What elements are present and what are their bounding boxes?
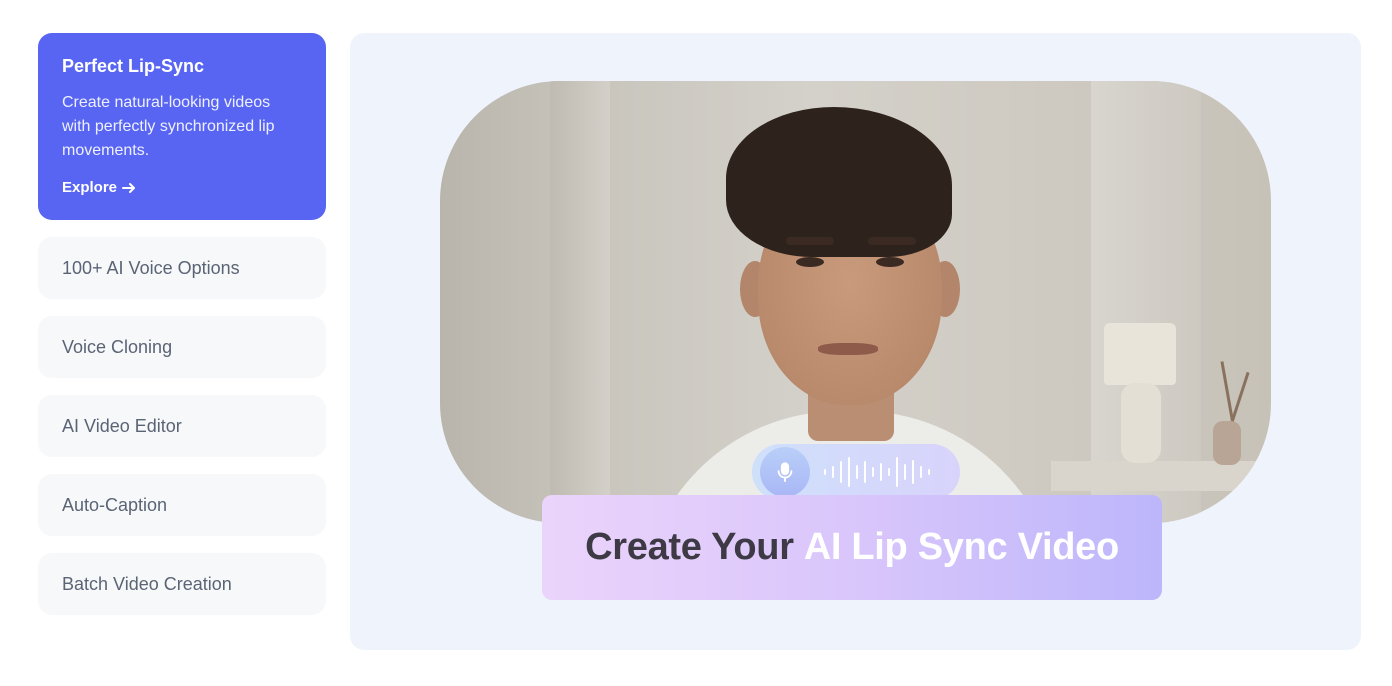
- feature-card-label: 100+ AI Voice Options: [62, 257, 240, 278]
- background-wall-panel: [550, 81, 610, 523]
- waveform-bar: [840, 461, 842, 483]
- feature-card-label: Auto-Caption: [62, 494, 168, 515]
- waveform-bar: [832, 466, 834, 478]
- feature-card-batch-video-creation[interactable]: Batch Video Creation: [38, 553, 326, 615]
- waveform-bar: [904, 464, 906, 480]
- feature-card-description: Create natural-looking videos with perfe…: [62, 94, 275, 159]
- feature-card-title: Perfect Lip-Sync: [62, 56, 205, 76]
- feature-sidebar: Perfect Lip-Sync Create natural-looking …: [38, 33, 326, 615]
- waveform-bar: [920, 466, 922, 478]
- feature-card-voice-cloning[interactable]: Voice Cloning: [38, 316, 326, 378]
- waveform-bar: [856, 465, 858, 479]
- headline-text-light: AI Lip Sync Video: [803, 526, 1119, 568]
- waveform-bar: [888, 468, 890, 476]
- feature-card-ai-video-editor[interactable]: AI Video Editor: [38, 395, 326, 457]
- vase: [1213, 421, 1241, 465]
- explore-link[interactable]: Explore: [62, 179, 137, 196]
- lamp: [1104, 323, 1176, 385]
- mic-button[interactable]: [760, 447, 810, 497]
- waveform-bar: [912, 460, 914, 484]
- background-shelf: [1051, 461, 1271, 491]
- waveform-bar: [880, 463, 882, 481]
- plant: [1229, 371, 1250, 427]
- waveform-bar: [864, 461, 866, 483]
- presenter-eye: [796, 257, 824, 267]
- audio-waveform: [824, 452, 930, 492]
- waveform-bar: [896, 457, 898, 487]
- presenter-eye: [876, 257, 904, 267]
- feature-preview-stage: Create Your AI Lip Sync Video: [350, 33, 1361, 650]
- waveform-bar: [872, 467, 874, 477]
- arrow-right-icon: [122, 182, 136, 193]
- waveform-bar: [824, 469, 826, 475]
- headline-text-dark: Create Your: [585, 526, 794, 568]
- waveform-bar: [928, 469, 930, 475]
- microphone-icon: [777, 462, 793, 483]
- waveform-bar: [848, 457, 850, 487]
- voice-waveform-pill: [752, 444, 960, 500]
- feature-card-label: AI Video Editor: [62, 415, 182, 436]
- feature-card-perfect-lip-sync[interactable]: Perfect Lip-Sync Create natural-looking …: [38, 33, 326, 220]
- presenter-mouth: [818, 343, 878, 355]
- presenter-eyebrow: [786, 237, 834, 245]
- feature-card-auto-caption[interactable]: Auto-Caption: [38, 474, 326, 536]
- presenter-eyebrow: [868, 237, 916, 245]
- explore-label: Explore: [62, 179, 118, 196]
- feature-card-label: Voice Cloning: [62, 336, 173, 357]
- headline-banner: Create Your AI Lip Sync Video: [542, 495, 1162, 600]
- presenter-hair: [726, 107, 952, 257]
- feature-card-label: Batch Video Creation: [62, 573, 232, 594]
- lamp-base: [1121, 383, 1161, 463]
- feature-card-ai-voice-options[interactable]: 100+ AI Voice Options: [38, 237, 326, 299]
